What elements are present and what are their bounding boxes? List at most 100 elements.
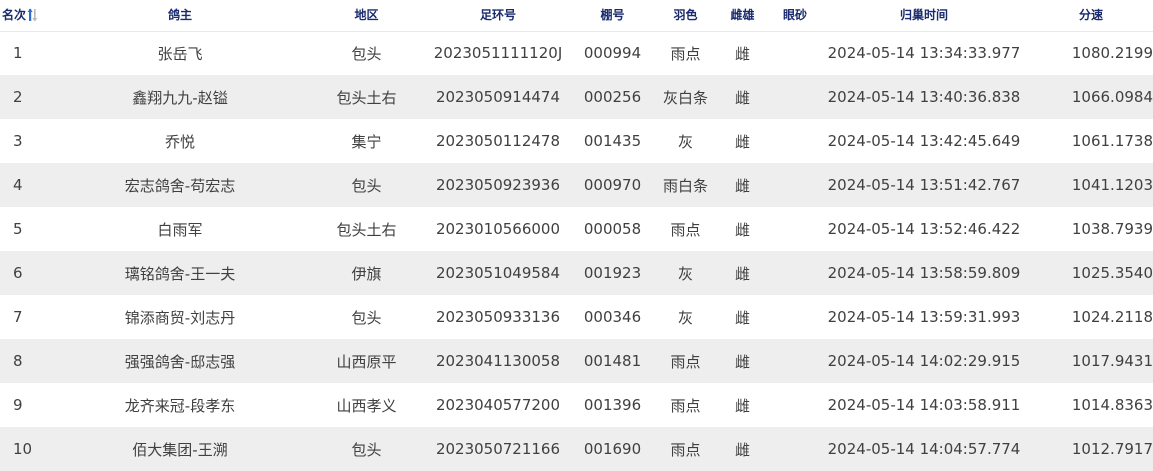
cell-color: 雨点 xyxy=(670,396,701,415)
cell-region: 伊旗 xyxy=(351,264,382,283)
cell-color: 灰 xyxy=(677,264,693,283)
cell-sex: 雌 xyxy=(734,220,750,239)
cell-shed: 000346 xyxy=(583,308,642,326)
cell-region: 包头 xyxy=(351,308,382,327)
cell-rank: 7 xyxy=(13,308,23,326)
cell-owner: 锦添商贸-刘志丹 xyxy=(124,308,236,327)
cell-color: 雨点 xyxy=(670,352,701,371)
table-row: 4 宏志鸽舍-苟宏志 包头 2023050923936 000970 雨白条 雌 2024-0… xyxy=(0,163,1153,207)
table-body: 1 张岳飞 包头 2023051111120J 000994 雨点雌 2024-05-14 … xyxy=(0,31,1153,471)
header-eye: 眼砂 xyxy=(782,8,807,22)
header-owner: 鸽主 xyxy=(167,8,192,22)
table-row: 3 乔悦 集宁 2023050112478 001435 灰 雌 2024-05-14 13:… xyxy=(0,119,1153,163)
cell-shed: 000058 xyxy=(583,220,642,238)
cell-sex: 雌 xyxy=(734,44,750,63)
cell-ring: 2023051049584 xyxy=(435,264,561,282)
header-sex: 雌雄 xyxy=(730,8,755,22)
header-row: 名次 鸽主 地区 足环号 棚号 羽色 雌雄 眼砂 归巢时间 分速 xyxy=(0,0,1153,31)
header-speed: 分速 xyxy=(1078,8,1103,22)
cell-shed: 001923 xyxy=(583,264,642,282)
race-results-table: 名次 鸽主 地区 足环号 棚号 羽色 雌雄 眼砂 归巢时间 分速 1 张岳飞 包头 2… xyxy=(0,0,1153,471)
cell-speed: 1024.2118 xyxy=(1071,308,1153,326)
cell-eye xyxy=(771,383,819,427)
cell-time: 2024-05-14 13:52:46.422 xyxy=(827,220,1021,238)
cell-eye xyxy=(771,295,819,339)
cell-eye xyxy=(771,427,819,471)
cell-region: 包头 xyxy=(351,440,382,459)
cell-rank: 4 xyxy=(13,176,23,194)
cell-shed: 000970 xyxy=(583,176,642,194)
cell-ring: 2023040577200 xyxy=(435,396,561,414)
cell-speed: 1025.3540 xyxy=(1071,264,1153,282)
cell-ring: 2023050914474 xyxy=(435,88,561,106)
cell-region: 包头 xyxy=(351,44,382,63)
cell-rank: 3 xyxy=(13,132,23,150)
cell-sex: 雌 xyxy=(734,88,750,107)
cell-shed: 001481 xyxy=(583,352,642,370)
cell-owner: 宏志鸽舍-苟宏志 xyxy=(124,176,236,195)
cell-region: 包头土右 xyxy=(336,220,397,239)
cell-shed: 000256 xyxy=(583,88,642,106)
cell-owner: 龙齐来冠-段孝东 xyxy=(124,396,236,415)
cell-ring: 2023041130058 xyxy=(435,352,561,370)
cell-color: 雨白条 xyxy=(662,176,708,195)
cell-color: 雨点 xyxy=(670,44,701,63)
cell-region: 山西孝义 xyxy=(336,396,397,415)
cell-time: 2024-05-14 14:03:58.911 xyxy=(827,396,1021,414)
cell-eye xyxy=(771,75,819,119)
cell-rank: 1 xyxy=(13,44,23,63)
cell-region: 包头 xyxy=(351,176,382,195)
cell-color: 灰 xyxy=(677,308,693,327)
header-ring: 足环号 xyxy=(479,8,516,22)
cell-rank: 10 xyxy=(13,440,33,458)
cell-owner: 璃铭鸽舍-王一夫 xyxy=(124,264,236,283)
cell-time: 2024-05-14 13:58:59.809 xyxy=(827,264,1021,282)
cell-time: 2024-05-14 14:02:29.915 xyxy=(827,352,1021,370)
cell-sex: 雌 xyxy=(734,132,750,151)
header-rank[interactable]: 名次 xyxy=(0,0,55,31)
table-row: 7 锦添商贸-刘志丹 包头 2023050933136 000346 灰 雌 2024-05-… xyxy=(0,295,1153,339)
cell-eye xyxy=(771,339,819,383)
sort-arrows-icon[interactable] xyxy=(27,8,38,22)
cell-speed: 1012.7917 xyxy=(1071,440,1153,458)
cell-eye xyxy=(771,31,819,75)
cell-ring: 2023050721166 xyxy=(435,440,561,458)
table-row: 2 鑫翔九九-赵镒 包头土右 2023050914474 000256 灰白条 雌 2024-… xyxy=(0,75,1153,119)
cell-eye xyxy=(771,251,819,295)
cell-time: 2024-05-14 14:04:57.774 xyxy=(827,440,1021,458)
cell-rank: 9 xyxy=(13,396,23,414)
cell-color: 灰 xyxy=(677,132,693,151)
cell-sex: 雌 xyxy=(734,440,750,459)
cell-owner: 乔悦 xyxy=(164,132,195,151)
cell-shed: 000994 xyxy=(583,44,642,63)
cell-eye xyxy=(771,207,819,251)
cell-owner: 佰大集团-王溯 xyxy=(132,440,228,459)
table-header: 名次 鸽主 地区 足环号 棚号 羽色 雌雄 眼砂 归巢时间 分速 xyxy=(0,0,1153,31)
cell-time: 2024-05-14 13:51:42.767 xyxy=(827,176,1021,194)
cell-eye xyxy=(771,119,819,163)
cell-speed: 1041.1203 xyxy=(1071,176,1153,194)
cell-ring: 2023010566000 xyxy=(435,220,561,238)
header-color: 羽色 xyxy=(673,8,698,22)
cell-owner: 张岳飞 xyxy=(157,44,203,63)
cell-region: 集宁 xyxy=(351,132,382,151)
table-row: 9 龙齐来冠-段孝东 山西孝义 2023040577200 001396 雨点 雌 2024-… xyxy=(0,383,1153,427)
cell-region: 包头土右 xyxy=(336,88,397,107)
cell-rank: 6 xyxy=(13,264,23,282)
cell-color: 雨点 xyxy=(670,440,701,459)
header-region: 地区 xyxy=(354,8,379,22)
cell-shed: 001690 xyxy=(583,440,642,458)
cell-speed: 1080.2199 xyxy=(1071,44,1153,63)
cell-sex: 雌 xyxy=(734,264,750,283)
cell-time: 2024-05-14 13:42:45.649 xyxy=(827,132,1021,150)
table-row: 1 张岳飞 包头 2023051111120J 000994 雨点 雌 2024-05-14 … xyxy=(0,31,1153,75)
cell-shed: 001396 xyxy=(583,396,642,414)
cell-time: 2024-05-14 13:40:36.838 xyxy=(827,88,1021,106)
cell-rank: 5 xyxy=(13,220,23,238)
table-row: 10 佰大集团-王溯 包头 2023050721166 001690 雨点 雌 2024-05… xyxy=(0,427,1153,471)
cell-owner: 鑫翔九九-赵镒 xyxy=(132,88,228,107)
cell-eye xyxy=(771,163,819,207)
cell-rank: 2 xyxy=(13,88,23,106)
cell-ring: 2023051111120J xyxy=(433,44,563,63)
cell-region: 山西原平 xyxy=(336,352,397,371)
